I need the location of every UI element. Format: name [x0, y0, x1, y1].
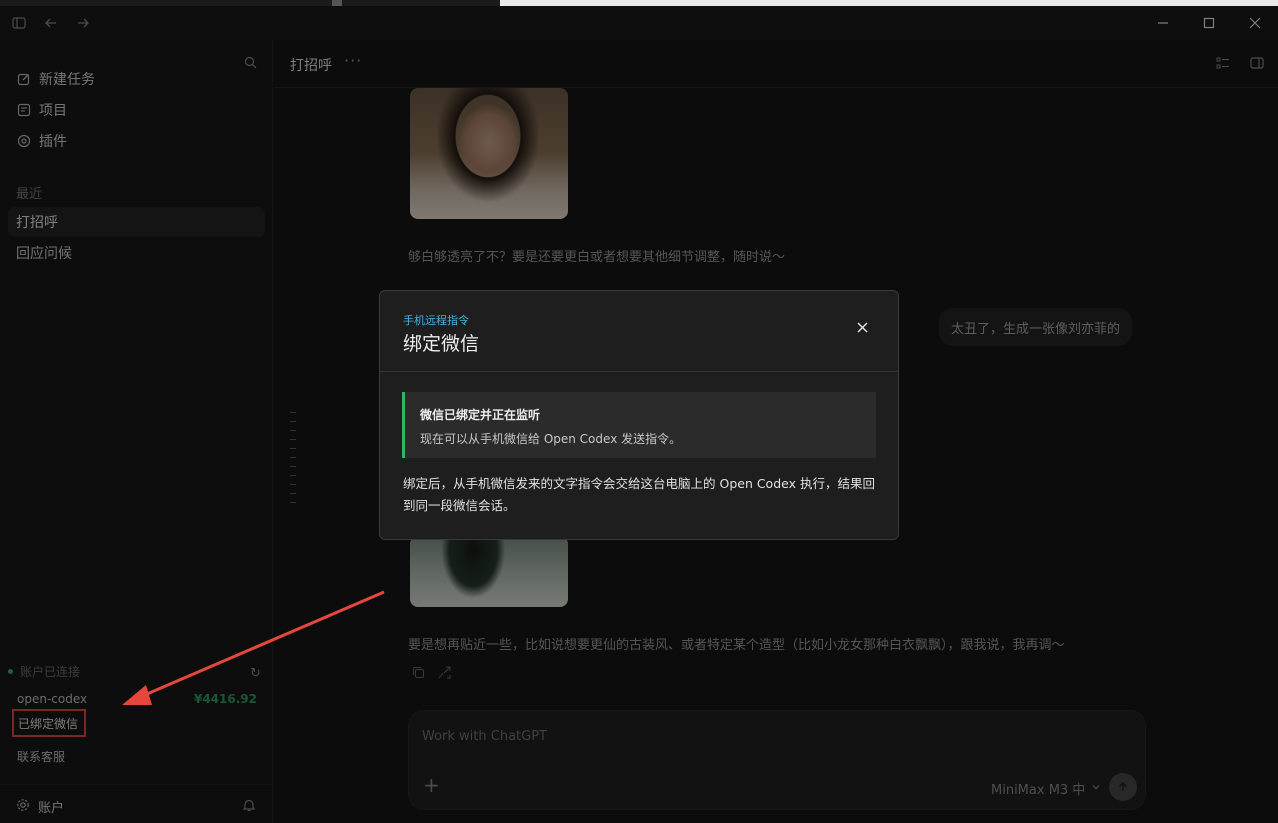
annotation-arrow [122, 590, 385, 705]
